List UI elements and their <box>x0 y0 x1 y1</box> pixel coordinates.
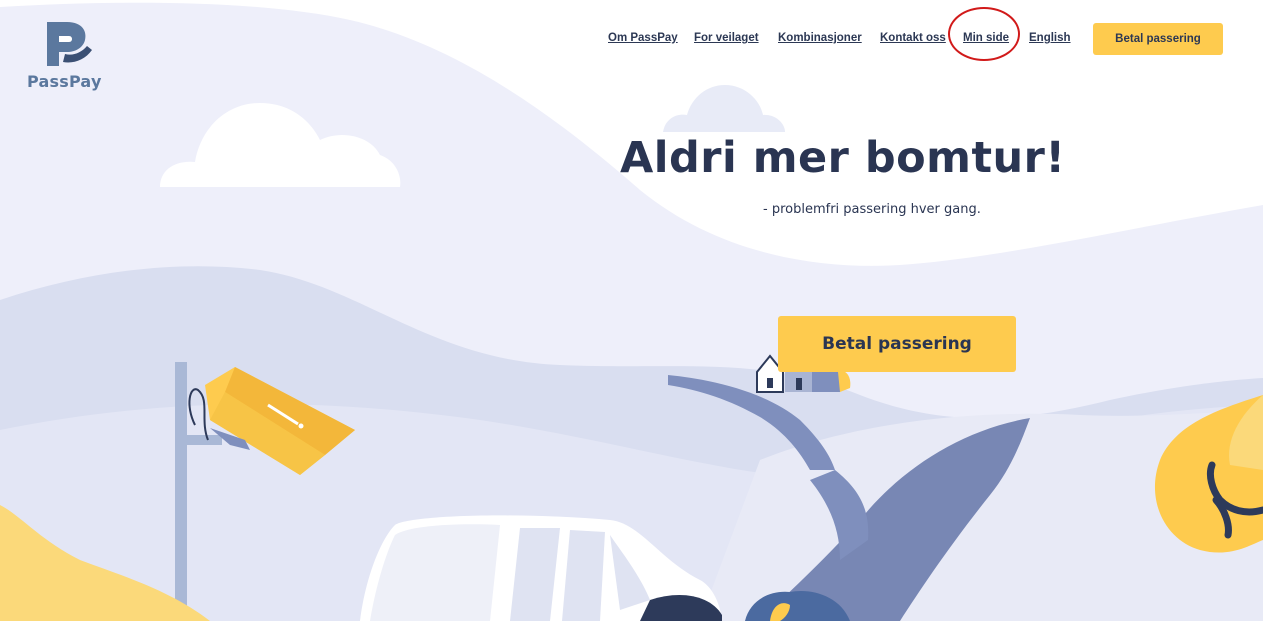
logo-text: PassPay <box>27 72 102 91</box>
nav-link-kombinasjoner[interactable]: Kombinasjoner <box>778 32 862 44</box>
nav-link-kontakt-oss[interactable]: Kontakt oss <box>880 32 946 44</box>
cloud-icon <box>663 85 785 132</box>
hero-pay-button[interactable]: Betal passering <box>778 316 1016 372</box>
nav-link-for-veilaget[interactable]: For veilaget <box>694 32 759 44</box>
header-pay-button[interactable]: Betal passering <box>1093 23 1223 55</box>
main-nav: Om PassPay For veilaget Kombinasjoner Ko… <box>0 32 1263 52</box>
nav-link-om-passpay[interactable]: Om PassPay <box>608 32 678 44</box>
page: PassPay Om PassPay For veilaget Kombinas… <box>0 0 1263 621</box>
hero-title: Aldri mer bomtur! <box>620 133 1066 183</box>
hero-subtitle: - problemfri passering hver gang. <box>763 202 981 217</box>
nav-link-english[interactable]: English <box>1029 32 1071 44</box>
hero-illustration <box>0 2 1263 621</box>
highlight-circle-annotation <box>948 7 1020 61</box>
